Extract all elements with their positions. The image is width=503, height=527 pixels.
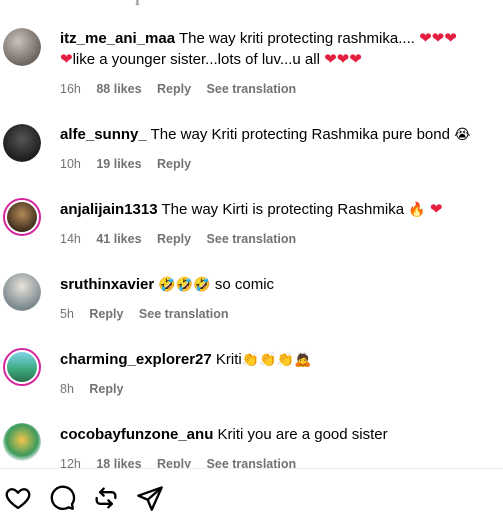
see-translation-link[interactable]: See translation	[207, 82, 297, 96]
post-action-bar	[0, 468, 503, 527]
comment-time: 14h	[60, 232, 81, 246]
comment-text: Kriti	[215, 351, 242, 368]
red-heart-icon: ❤	[444, 30, 457, 47]
red-heart-icon: ❤	[336, 51, 350, 68]
comment-text: The way Kirti is protecting Rashmika	[161, 201, 405, 218]
avatar[interactable]	[3, 28, 41, 66]
repost-icon[interactable]	[92, 484, 120, 512]
comment-time: 16h	[60, 82, 81, 96]
red-heart-icon: ❤	[431, 30, 445, 47]
avatar[interactable]	[3, 124, 41, 162]
reply-button[interactable]: Reply	[89, 307, 123, 321]
clapping-hands-icon: 👏	[241, 351, 260, 367]
person-bowing-icon: 🙇	[294, 351, 312, 367]
comment-meta: 14h 41 likes Reply See translation	[60, 231, 497, 247]
avatar[interactable]	[3, 273, 41, 311]
comment-meta: 10h 19 likes Reply	[60, 156, 497, 172]
laughing-face-icon: 🤣	[158, 276, 176, 292]
comment-meta: 8h Reply	[60, 381, 497, 397]
comment-username[interactable]: alfe_sunny_	[60, 126, 147, 143]
red-heart-icon: ❤	[349, 51, 362, 68]
red-heart-icon: ❤	[324, 51, 337, 68]
reply-button[interactable]: Reply	[157, 232, 191, 246]
comment-text: like a younger sister...lots of luv...u …	[72, 51, 320, 68]
laughing-face-icon: 🤣	[193, 276, 211, 292]
comment-time: 10h	[60, 157, 81, 171]
reply-button[interactable]: Reply	[157, 457, 191, 468]
comment-text: The way Kriti protecting Rashmika pure b…	[150, 126, 450, 143]
laughing-face-icon: 🤣	[175, 276, 194, 292]
avatar[interactable]	[3, 198, 41, 236]
comment-username[interactable]: charming_explorer27	[60, 351, 212, 368]
comment-time: 8h	[60, 382, 74, 396]
comment-text: Kriti you are a good sister	[217, 426, 388, 443]
clapping-hands-icon: 👏	[259, 351, 277, 367]
comment-meta: 12h 18 likes Reply See translation	[60, 456, 497, 468]
comment-likes[interactable]: 18 likes	[96, 457, 141, 468]
comment-meta: 5h Reply See translation	[60, 306, 497, 322]
comment-text: The way kriti protecting rashmika....	[178, 30, 415, 47]
comment-likes[interactable]: 88 likes	[96, 82, 141, 96]
reply-button[interactable]: Reply	[157, 157, 191, 171]
see-translation-link[interactable]: See translation	[207, 457, 297, 468]
comment-username[interactable]: cocobayfunzone_anu	[60, 426, 213, 443]
fire-icon: 🔥	[408, 201, 426, 217]
send-icon[interactable]	[136, 484, 164, 512]
comment-likes[interactable]: 19 likes	[96, 157, 141, 171]
red-heart-icon: ❤	[429, 201, 443, 218]
comment-time: 12h	[60, 457, 81, 468]
reply-button[interactable]: Reply	[89, 382, 123, 396]
clapping-hands-icon: 👏	[276, 351, 295, 367]
red-heart-icon: ❤	[60, 51, 73, 68]
see-translation-link[interactable]: See translation	[207, 232, 297, 246]
comment-username[interactable]: anjalijain1313	[60, 201, 158, 218]
top-partial-icon: ℹ	[135, 0, 140, 8]
see-translation-link[interactable]: See translation	[139, 307, 229, 321]
comment-username[interactable]: itz_me_ani_maa	[60, 30, 175, 47]
comment-likes[interactable]: 41 likes	[96, 232, 141, 246]
comments-list[interactable]: ℹ itz_me_ani_maa The way kriti protectin…	[0, 0, 503, 468]
avatar[interactable]	[3, 423, 41, 461]
comment-meta: 16h 88 likes Reply See translation	[60, 81, 497, 97]
comment-text: so comic	[214, 276, 275, 293]
avatar[interactable]	[3, 348, 41, 386]
reply-button[interactable]: Reply	[157, 82, 191, 96]
comment-time: 5h	[60, 307, 74, 321]
heart-icon[interactable]	[4, 484, 32, 512]
red-heart-icon: ❤	[419, 30, 432, 47]
comment-username[interactable]: sruthinxavier	[60, 276, 154, 293]
comment-icon[interactable]	[48, 484, 76, 512]
crying-face-icon: 😭	[454, 126, 471, 142]
